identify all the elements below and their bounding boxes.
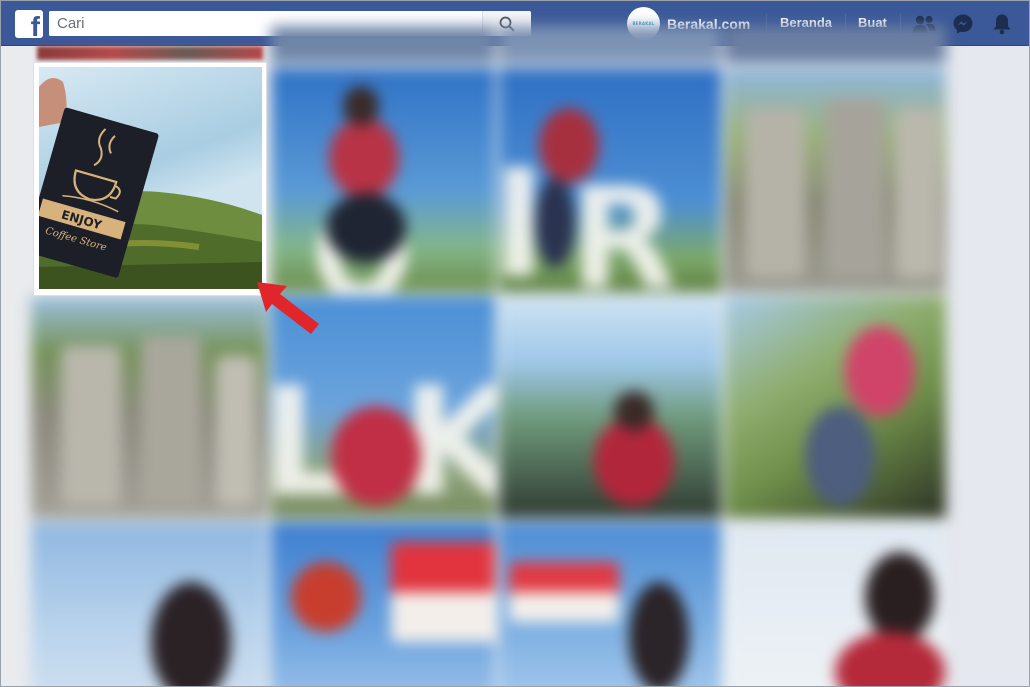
person-legs xyxy=(535,178,575,268)
person-legs xyxy=(326,193,406,263)
photo-gallery-area: O I R xyxy=(1,26,1029,686)
logo-letter: f xyxy=(30,11,40,38)
photo-tile[interactable] xyxy=(499,296,721,518)
person-hair xyxy=(865,552,935,642)
photo-tile[interactable] xyxy=(725,68,946,292)
highlighted-photo-card: ENJOY Coffee Store xyxy=(33,62,267,296)
photo-tile[interactable] xyxy=(725,26,946,63)
person-figure xyxy=(629,582,689,686)
person-figure xyxy=(845,326,915,416)
photo-illustration: ENJOY Coffee Store xyxy=(39,78,262,289)
photo-tile[interactable] xyxy=(31,296,267,518)
notifications-button[interactable] xyxy=(989,11,1015,37)
person-head xyxy=(343,86,379,126)
highlighted-photo[interactable]: ENJOY Coffee Store xyxy=(39,67,262,289)
messenger-icon xyxy=(953,14,973,34)
flag-white xyxy=(391,592,495,642)
landmark-letter xyxy=(895,108,940,278)
person-head xyxy=(614,391,654,431)
messenger-button[interactable] xyxy=(950,11,976,37)
landmark-letter: R xyxy=(569,158,677,292)
red-arrow-icon xyxy=(257,282,319,334)
landmark-letter xyxy=(141,336,201,506)
photo-tile-partial xyxy=(37,46,263,60)
photo-tile[interactable]: I R xyxy=(499,68,721,292)
person-figure xyxy=(291,562,361,632)
photo-tile[interactable] xyxy=(271,26,495,63)
landmark-letter xyxy=(745,108,805,278)
facebook-logo-icon[interactable]: f xyxy=(15,10,43,38)
photo-tile[interactable] xyxy=(725,522,946,686)
photo-tile[interactable] xyxy=(31,522,267,686)
flag-white xyxy=(509,592,619,622)
photo-tile[interactable] xyxy=(725,296,946,518)
photo-tile[interactable] xyxy=(499,522,721,686)
right-sidebar xyxy=(946,46,1029,686)
person-legs xyxy=(805,406,875,506)
photo-tile[interactable] xyxy=(271,522,495,686)
photo-tile[interactable] xyxy=(499,26,721,63)
person-figure xyxy=(331,406,421,506)
person-figure xyxy=(539,108,599,183)
photo-tile[interactable]: O xyxy=(271,68,495,292)
landmark-letter xyxy=(216,356,256,506)
landmark-letter xyxy=(825,98,885,278)
person-figure xyxy=(329,118,399,198)
notifications-bell-icon xyxy=(993,14,1011,35)
landmark-letter xyxy=(61,346,121,506)
app-window: f BERAKAL Berakal.com Beranda Buat xyxy=(0,0,1030,687)
